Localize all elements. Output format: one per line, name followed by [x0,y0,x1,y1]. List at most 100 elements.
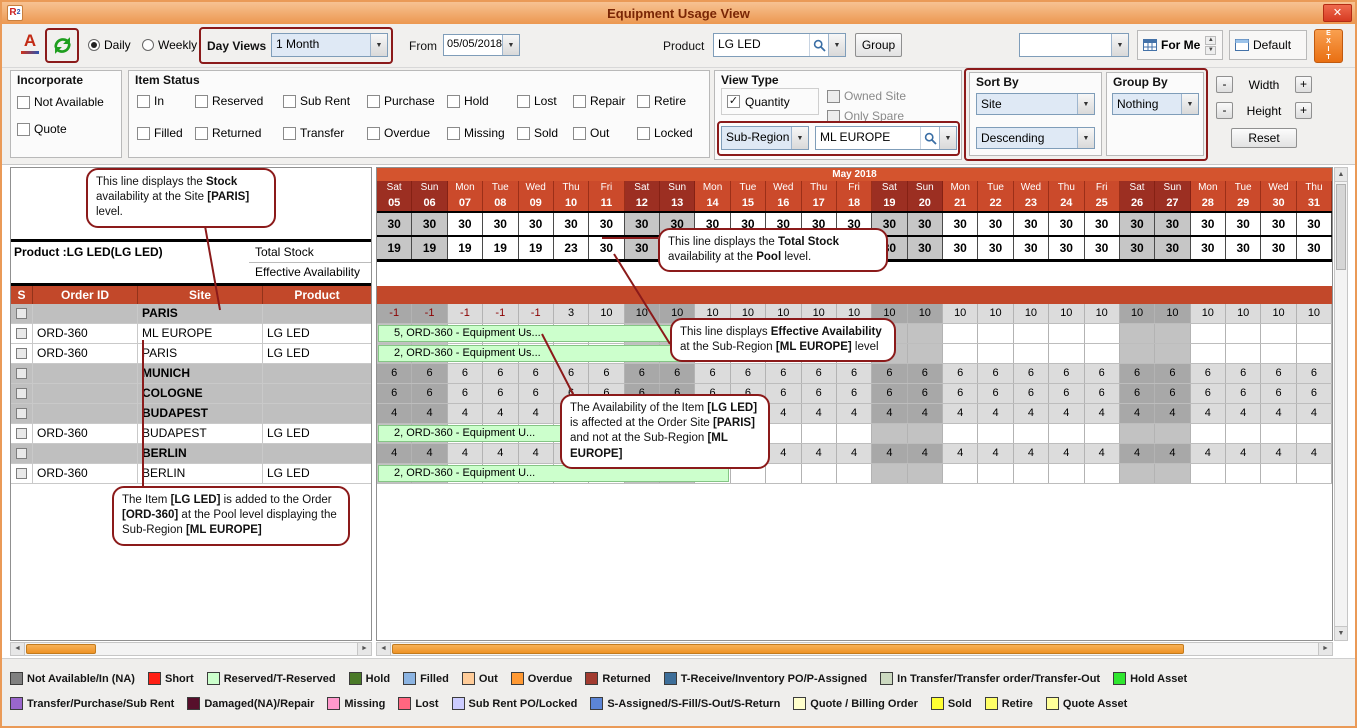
row-select-cell[interactable] [11,444,33,463]
checkbox-box[interactable] [17,123,30,136]
sort-direction-dropdown-icon[interactable]: ▼ [1077,128,1094,148]
calendar-cell[interactable] [1297,344,1332,363]
calendar-cell[interactable] [908,324,943,343]
calendar-cell[interactable] [978,324,1013,343]
calendar-cell[interactable] [1226,344,1261,363]
region-type-combo[interactable]: Sub-Region ▼ [721,126,809,150]
calendar-cell[interactable]: -1 [448,304,483,323]
product-combo[interactable]: LG LED ▼ [713,33,846,57]
calendar-cell[interactable]: 6 [589,364,624,383]
checkbox-quote[interactable]: Quote [17,122,104,136]
calendar-cell[interactable]: 6 [1014,384,1049,403]
calendar-cell[interactable] [908,424,943,443]
calendar-cell[interactable]: 6 [625,364,660,383]
calendar-cell[interactable] [837,464,872,483]
calendar-cell[interactable]: 6 [872,364,907,383]
row-select-cell[interactable] [11,424,33,443]
total-stock-cell[interactable]: 30 [1226,213,1261,235]
effective-cell[interactable]: 30 [1085,237,1120,259]
calendar-cell[interactable]: 6 [943,364,978,383]
checkbox-box[interactable] [195,95,208,108]
calendar-vertical-scrollbar[interactable]: ▲ ▼ [1334,167,1348,641]
calendar-cell[interactable]: 6 [802,364,837,383]
calendar-cell[interactable]: 6 [554,364,589,383]
calendar-cell[interactable]: 6 [1120,384,1155,403]
calendar-cell[interactable] [978,424,1013,443]
calendar-cell[interactable]: 4 [1226,444,1261,463]
effective-cell[interactable]: 19 [519,237,554,259]
calendar-cell[interactable] [908,344,943,363]
calendar-cell[interactable] [1155,424,1190,443]
calendar-cell[interactable]: -1 [412,304,447,323]
calendar-cell[interactable] [1014,464,1049,483]
calendar-cell[interactable]: 4 [872,444,907,463]
calendar-cell[interactable] [943,344,978,363]
calendar-cell[interactable] [1191,324,1226,343]
only-spare-option[interactable]: Only Spare [827,109,904,123]
calendar-cell[interactable]: 4 [1085,404,1120,423]
row-select-cell[interactable] [11,364,33,383]
order-row[interactable]: ORD-360ML EUROPELG LED [11,324,371,344]
row-checkbox[interactable] [16,368,27,379]
total-stock-cell[interactable]: 30 [1261,213,1296,235]
region-dropdown-icon[interactable]: ▼ [939,127,956,149]
calendar-cell[interactable]: 6 [1049,384,1084,403]
checkbox-lost[interactable]: Lost [517,94,573,108]
checkbox-box[interactable] [367,95,380,108]
effective-cell[interactable]: 23 [554,237,589,259]
vertical-scroll-thumb[interactable] [1336,184,1346,270]
calendar-cell[interactable]: 6 [908,384,943,403]
spinner-up-icon[interactable]: ▲ [1205,36,1216,45]
checkbox-box[interactable] [637,127,650,140]
site-row[interactable]: BUDAPEST [11,404,371,424]
effective-cell[interactable]: 19 [483,237,518,259]
radio-daily[interactable]: Daily [88,38,131,52]
effective-cell[interactable]: 30 [908,237,943,259]
calendar-cell[interactable] [1155,464,1190,483]
calendar-cell[interactable]: 6 [377,384,412,403]
calendar-cell[interactable] [1191,344,1226,363]
chevron-down-icon[interactable]: ▼ [370,34,387,56]
total-stock-cell[interactable]: 30 [448,213,483,235]
checkbox-not-available[interactable]: Not Available [17,95,104,109]
checkbox-missing[interactable]: Missing [447,126,517,140]
calendar-cell[interactable]: 6 [1049,364,1084,383]
calendar-cell[interactable]: 4 [1191,404,1226,423]
calendar-cell[interactable]: 6 [1297,364,1332,383]
row-checkbox[interactable] [16,448,27,459]
calendar-cell[interactable]: 6 [1297,384,1332,403]
calendar-cell[interactable] [1297,424,1332,443]
calendar-cell[interactable]: 6 [660,364,695,383]
calendar-cell[interactable] [1261,344,1296,363]
total-stock-cell[interactable]: 30 [589,213,624,235]
calendar-cell[interactable] [766,464,801,483]
total-stock-cell[interactable]: 30 [1191,213,1226,235]
calendar-cell[interactable]: 4 [908,404,943,423]
calendar-cell[interactable]: -1 [377,304,412,323]
checkbox-locked[interactable]: Locked [637,126,697,140]
calendar-cell[interactable] [1014,424,1049,443]
calendar-cell[interactable]: 10 [1049,304,1084,323]
calendar-cell[interactable]: 6 [766,364,801,383]
scroll-left-icon[interactable]: ◄ [377,643,391,655]
calendar-cell[interactable]: 4 [519,404,554,423]
total-stock-cell[interactable]: 30 [943,213,978,235]
checkbox-box[interactable] [517,95,530,108]
sort-direction-combo[interactable]: Descending ▼ [976,127,1095,149]
calendar-cell[interactable]: 6 [483,384,518,403]
total-stock-cell[interactable]: 30 [1085,213,1120,235]
checkbox-purchase[interactable]: Purchase [367,94,447,108]
calendar-cell[interactable]: 4 [766,404,801,423]
region-type-dropdown-icon[interactable]: ▼ [791,127,808,149]
calendar-cell[interactable] [1049,344,1084,363]
calendar-cell[interactable]: 6 [802,384,837,403]
refresh-icon[interactable] [51,34,74,57]
row-select-cell[interactable] [11,464,33,483]
site-row[interactable]: PARIS [11,304,371,324]
calendar-cell[interactable]: 4 [908,444,943,463]
calendar-cell[interactable] [943,424,978,443]
calendar-cell[interactable]: 6 [943,384,978,403]
group-button[interactable]: Group [855,33,902,57]
calendar-cell[interactable]: 6 [1085,384,1120,403]
calendar-cell[interactable]: -1 [519,304,554,323]
